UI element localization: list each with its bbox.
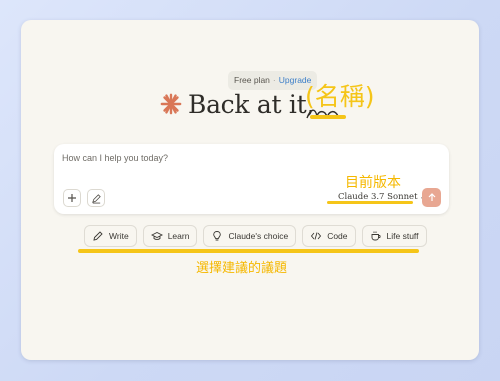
greeting: Back at it, bbox=[160, 84, 314, 124]
chip-label: Claude's choice bbox=[228, 231, 289, 241]
pencil-icon bbox=[93, 231, 103, 241]
style-button[interactable] bbox=[87, 189, 105, 207]
chip-life-stuff[interactable]: Life stuff bbox=[361, 225, 427, 247]
code-icon bbox=[311, 232, 322, 240]
chip-write[interactable]: Write bbox=[84, 225, 137, 247]
coffee-cup-icon bbox=[371, 231, 381, 241]
annotation-suggestions: 選擇建議的議題 bbox=[196, 261, 288, 276]
annotation-suggestions-underline bbox=[78, 249, 419, 253]
suggestion-chips: Write Learn Claude's choice Code Life st… bbox=[84, 225, 427, 247]
message-input[interactable]: How can I help you today? bbox=[62, 153, 168, 163]
chip-label: Code bbox=[327, 231, 348, 241]
annotation-version: 目前版本 bbox=[345, 175, 401, 191]
chip-label: Write bbox=[109, 231, 129, 241]
annotation-name: (名稱) bbox=[305, 82, 375, 111]
lightbulb-icon bbox=[213, 231, 222, 241]
arrow-up-icon bbox=[428, 193, 435, 201]
annotation-name-underline bbox=[310, 115, 346, 119]
claude-logo-icon bbox=[160, 93, 182, 115]
chip-label: Learn bbox=[167, 231, 190, 241]
annotation-version-underline bbox=[327, 201, 413, 204]
chip-code[interactable]: Code bbox=[302, 225, 356, 247]
chip-claudes-choice[interactable]: Claude's choice bbox=[203, 225, 297, 247]
plus-icon bbox=[68, 194, 76, 202]
chip-label: Life stuff bbox=[386, 231, 419, 241]
graduation-cap-icon bbox=[150, 231, 163, 240]
greeting-text: Back at it, bbox=[188, 89, 314, 119]
pen-style-icon bbox=[91, 193, 101, 203]
send-button[interactable] bbox=[422, 188, 441, 207]
add-button[interactable] bbox=[63, 189, 81, 207]
chip-learn[interactable]: Learn bbox=[142, 225, 198, 247]
